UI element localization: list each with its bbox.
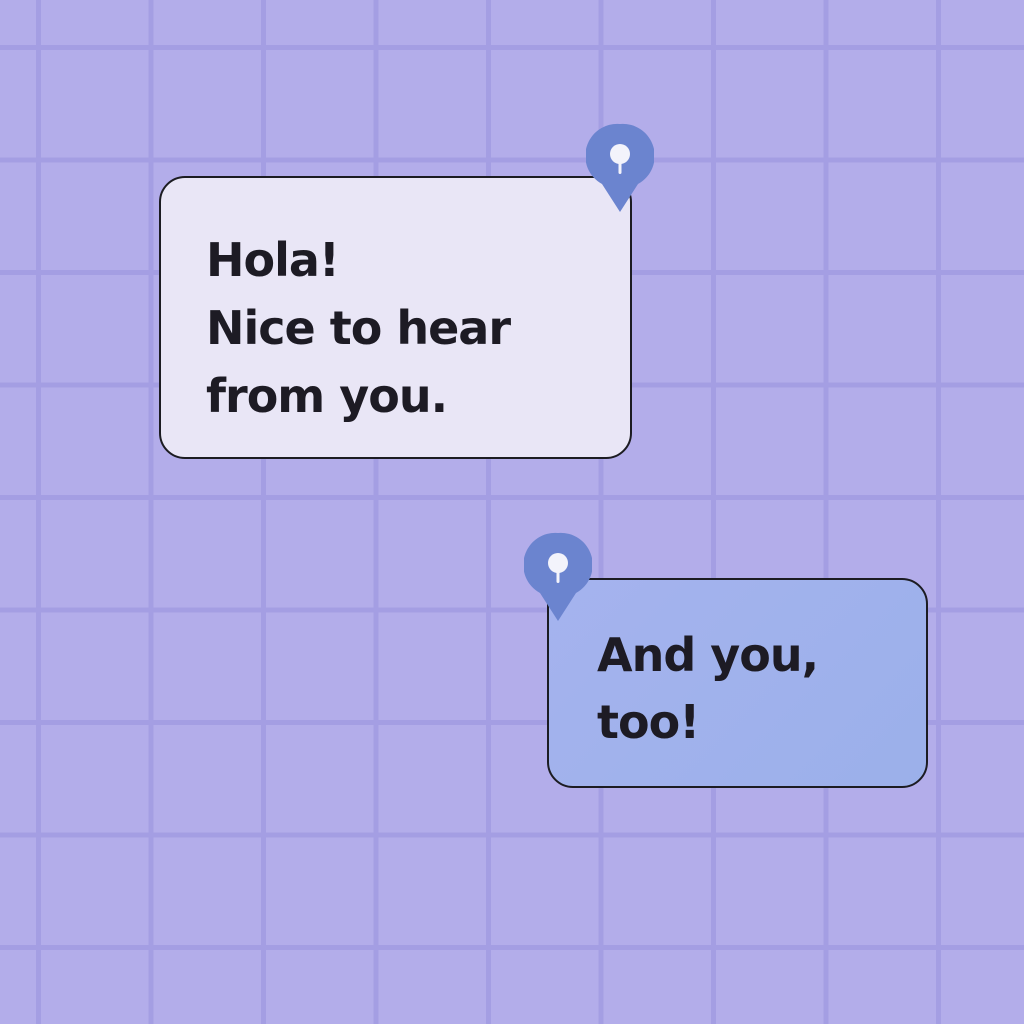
message-line: Nice to hear [206,301,511,355]
message-line: Hola! [206,233,340,287]
location-pin-icon [524,532,592,621]
message-bubble-sent: And you, too! [547,578,928,788]
message-line: too! [597,695,700,749]
location-pin-icon [586,123,654,212]
message-line: And you, [597,628,819,682]
message-line: from you. [206,369,448,423]
message-bubble-received: Hola! Nice to hear from you. [159,176,632,459]
